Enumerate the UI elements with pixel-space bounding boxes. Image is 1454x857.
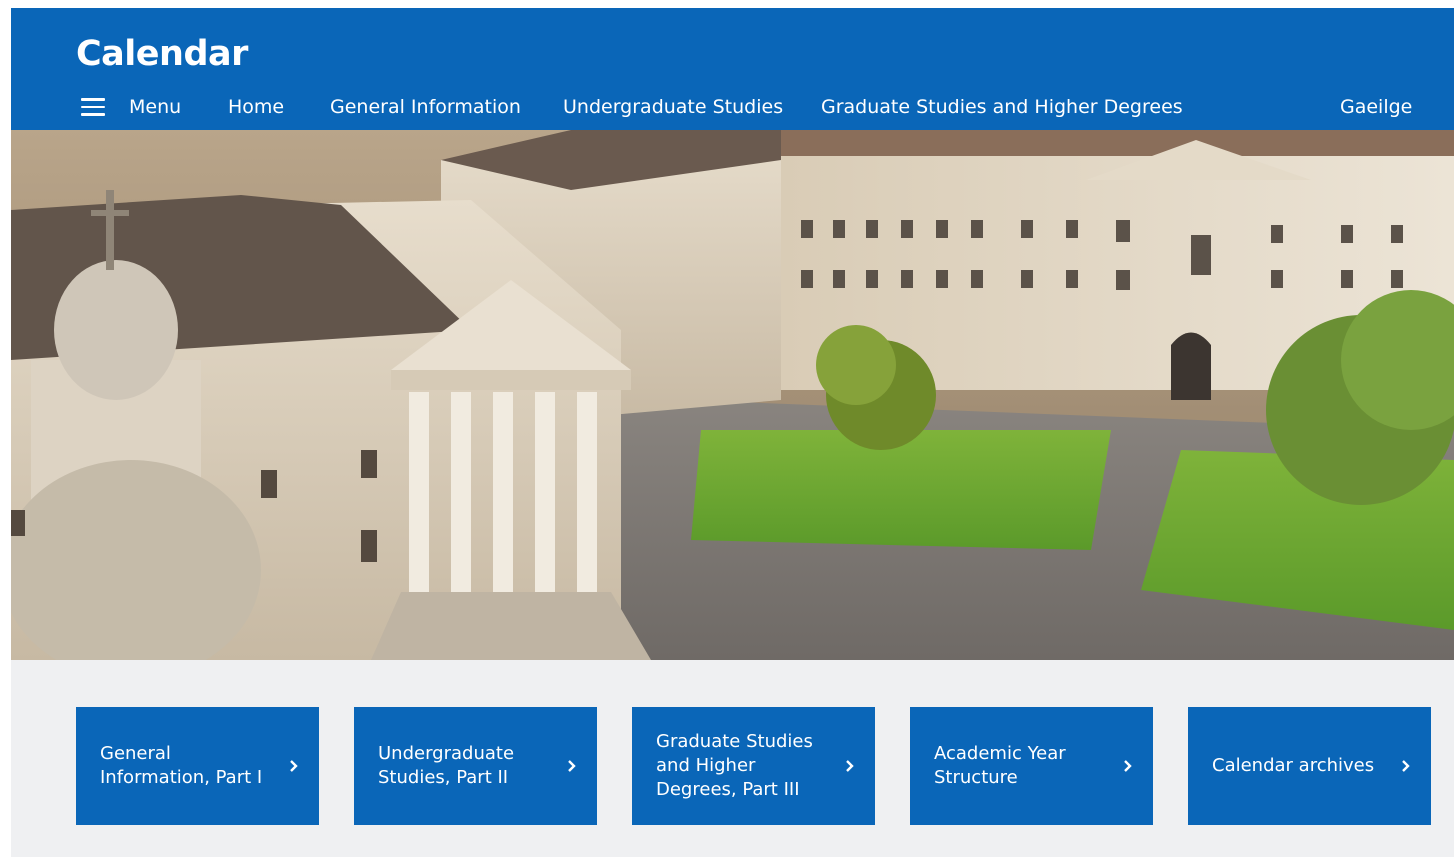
chevron-right-icon	[290, 760, 298, 772]
language-link-gaeilge[interactable]: Gaeilge	[1340, 90, 1412, 124]
nav-item-undergraduate-studies[interactable]: Undergraduate Studies	[563, 90, 783, 124]
menu-button[interactable]: Menu	[129, 90, 181, 124]
quick-links: General Information, Part I Undergraduat…	[11, 660, 1454, 857]
nav-item-general-information[interactable]: General Information	[330, 90, 521, 124]
chevron-right-icon	[1402, 760, 1410, 772]
tile-calendar-archives[interactable]: Calendar archives	[1188, 707, 1431, 825]
chevron-right-icon	[568, 760, 576, 772]
chevron-right-icon	[1124, 760, 1132, 772]
nav-item-graduate-studies[interactable]: Graduate Studies and Higher Degrees	[821, 90, 1183, 124]
main-nav: Menu Home General Information Undergradu…	[11, 90, 1454, 124]
tile-label: General Information, Part I	[100, 743, 263, 788]
tile-label: Undergraduate Studies, Part II	[378, 743, 515, 788]
tile-label: Calendar archives	[1212, 755, 1375, 776]
tile-label: Academic Year Structure	[934, 743, 1066, 788]
page-frame: Calendar Menu Home General Information U…	[11, 8, 1454, 857]
tile-academic-year-structure[interactable]: Academic Year Structure	[910, 707, 1153, 825]
chevron-right-icon	[846, 760, 854, 772]
site-title[interactable]: Calendar	[76, 32, 248, 76]
site-header: Calendar Menu Home General Information U…	[11, 8, 1454, 130]
tile-general-information[interactable]: General Information, Part I	[76, 707, 319, 825]
hamburger-menu-icon[interactable]	[81, 98, 105, 116]
tile-graduate-studies[interactable]: Graduate Studies and Higher Degrees, Par…	[632, 707, 875, 825]
campus-aerial-photo	[11, 130, 1454, 660]
tile-label: Graduate Studies and Higher Degrees, Par…	[656, 731, 813, 800]
hero-image	[11, 130, 1454, 660]
nav-item-home[interactable]: Home	[228, 90, 284, 124]
tile-undergraduate-studies[interactable]: Undergraduate Studies, Part II	[354, 707, 597, 825]
